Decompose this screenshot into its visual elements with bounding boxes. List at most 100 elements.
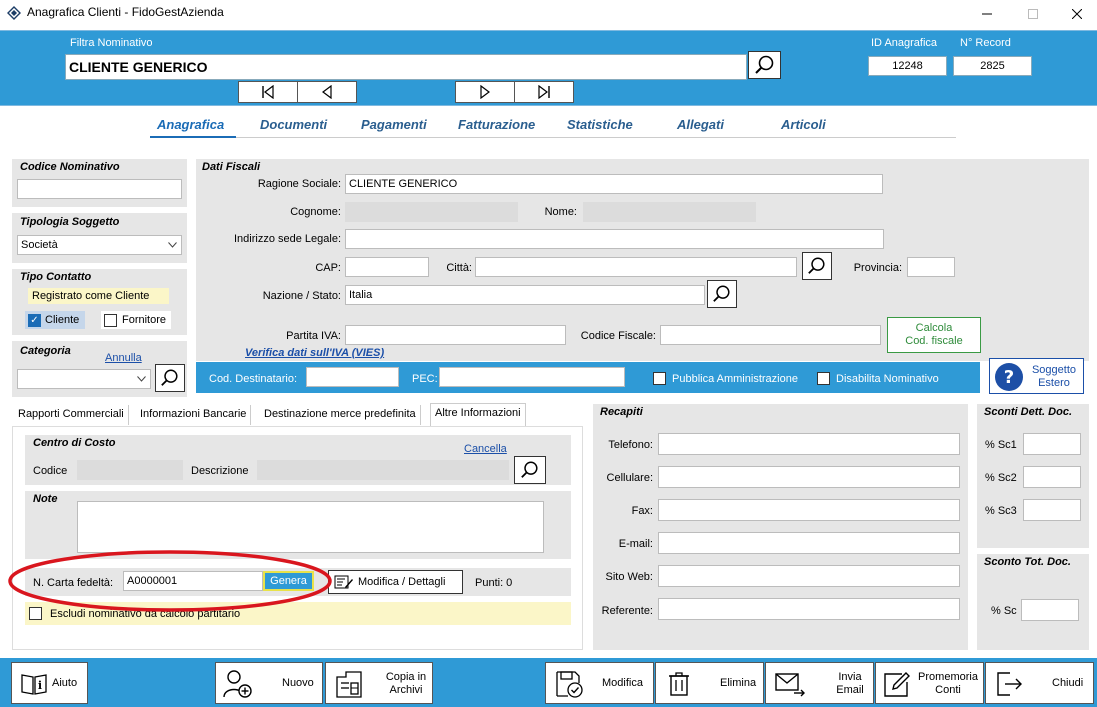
nazione-input[interactable]: Italia [345, 285, 705, 305]
close-button[interactable] [1054, 0, 1097, 28]
modifica-dettagli-button[interactable]: Modifica / Dettagli [328, 570, 463, 594]
elimina-button[interactable]: Elimina [655, 662, 764, 704]
pa-checkbox[interactable]: Pubblica Amministrazione [653, 372, 798, 385]
soggetto-estero-button[interactable]: ? Soggetto Estero [989, 358, 1084, 394]
maximize-button[interactable] [1010, 0, 1056, 28]
fornitore-label: Fornitore [122, 314, 167, 326]
tab-fatturazione[interactable]: Fatturazione [458, 117, 535, 132]
contatto-status: Registrato come Cliente [28, 288, 169, 304]
checked-icon: ✓ [28, 313, 41, 327]
telefono-input[interactable] [658, 433, 960, 455]
calcola-line2: Cod. fiscale [905, 335, 963, 347]
next-record-button[interactable] [455, 81, 515, 103]
highlight-ellipse-annotation [8, 550, 332, 612]
chiudi-button[interactable]: Chiudi [985, 662, 1094, 704]
invia-email-button[interactable]: Invia Email [765, 662, 874, 704]
app-diamond-icon [7, 6, 21, 20]
citta-input[interactable] [475, 257, 797, 277]
sito-web-label: Sito Web: [605, 571, 654, 583]
window-title: Anagrafica Clienti - FidoGestAzienda [27, 5, 224, 19]
minimize-button[interactable] [964, 0, 1010, 28]
cliente-checkbox[interactable]: ✓ Cliente [25, 311, 85, 329]
fax-input[interactable] [658, 499, 960, 521]
categoria-annulla-link[interactable]: Annulla [105, 352, 142, 364]
svg-text:?: ? [1004, 367, 1014, 388]
provincia-input[interactable] [907, 257, 955, 277]
cellulare-input[interactable] [658, 466, 960, 488]
descrizione-input[interactable] [257, 460, 509, 480]
piva-input[interactable] [345, 325, 566, 345]
modifica-button[interactable]: Modifica [545, 662, 654, 704]
ragione-input[interactable]: CLIENTE GENERICO [345, 174, 883, 194]
tab-pagamenti[interactable]: Pagamenti [361, 117, 427, 132]
first-record-button[interactable] [238, 81, 298, 103]
subtab-bancarie[interactable]: Informazioni Bancarie [136, 405, 252, 425]
codice-cc-label: Codice [33, 465, 68, 477]
subtab-rapporti[interactable]: Rapporti Commerciali [14, 405, 129, 425]
filter-search-button[interactable] [748, 51, 781, 79]
filter-input[interactable]: CLIENTE GENERICO [65, 54, 747, 80]
categoria-select[interactable] [17, 369, 151, 389]
cancella-link[interactable]: Cancella [464, 443, 507, 455]
nome-input[interactable] [583, 202, 756, 222]
calcola-cf-button[interactable]: Calcola Cod. fiscale [887, 317, 981, 353]
subtab-destinazione[interactable]: Destinazione merce predefinita [260, 405, 421, 425]
coddest-label: Cod. Destinatario: [209, 373, 298, 385]
nazione-search-button[interactable] [707, 280, 737, 308]
centro-costo-search-button[interactable] [514, 456, 546, 484]
disabilita-checkbox[interactable]: Disabilita Nominativo [817, 372, 939, 385]
title-bar: Anagrafica Clienti - FidoGestAzienda [0, 0, 1097, 28]
tipo-contatto-title: Tipo Contatto [20, 271, 92, 283]
filter-label: Filtra Nominativo [70, 37, 153, 49]
indirizzo-input[interactable] [345, 229, 884, 249]
sc2-input[interactable] [1023, 466, 1081, 488]
add-user-icon [223, 670, 252, 698]
pec-input[interactable] [439, 367, 625, 387]
vies-link[interactable]: Verifica dati sull'IVA (VIES) [245, 347, 384, 359]
categoria-search-button[interactable] [155, 364, 185, 392]
tipologia-select[interactable]: Società [17, 235, 182, 255]
tab-articoli[interactable]: Articoli [781, 117, 826, 132]
tab-anagrafica[interactable]: Anagrafica [157, 117, 224, 132]
promemoria-conti-button[interactable]: Promemoria Conti [875, 662, 984, 704]
cap-input[interactable] [345, 257, 429, 277]
sc1-input[interactable] [1023, 433, 1081, 455]
chiudi-label: Chiudi [1052, 677, 1084, 689]
edit-note-icon [884, 672, 910, 697]
tab-documenti[interactable]: Documenti [260, 117, 327, 132]
close-icon [1072, 9, 1082, 19]
sc3-input[interactable] [1023, 499, 1081, 521]
sito-web-input[interactable] [658, 565, 960, 587]
descrizione-label: Descrizione [191, 465, 249, 477]
aiuto-button[interactable]: i Aiuto [11, 662, 88, 704]
disabilita-label: Disabilita Nominativo [836, 372, 939, 385]
cognome-input[interactable] [345, 202, 518, 222]
codice-cc-input[interactable] [77, 460, 183, 480]
sc-tot-input[interactable] [1021, 599, 1079, 621]
referente-input[interactable] [658, 598, 960, 620]
cf-label: Codice Fiscale: [580, 330, 656, 342]
email-input[interactable] [658, 532, 960, 554]
minimize-icon [982, 13, 992, 15]
cf-input[interactable] [660, 325, 881, 345]
centro-costo-title: Centro di Costo [33, 437, 116, 449]
last-icon [538, 85, 550, 99]
tab-statistiche[interactable]: Statistiche [567, 117, 633, 132]
fornitore-checkbox[interactable]: Fornitore [101, 311, 171, 329]
last-record-button[interactable] [514, 81, 574, 103]
subtab-altre-informazioni[interactable]: Altre Informazioni [430, 403, 526, 427]
id-value: 12248 [868, 56, 947, 76]
recapiti-title: Recapiti [600, 406, 643, 418]
nuovo-button[interactable]: Nuovo [215, 662, 323, 704]
codice-input[interactable] [17, 179, 182, 199]
exit-icon [997, 672, 1022, 696]
tab-allegati[interactable]: Allegati [677, 117, 724, 132]
help-question-icon: ? [995, 363, 1023, 391]
coddest-input[interactable] [306, 367, 399, 387]
citta-search-button[interactable] [802, 252, 832, 280]
previous-record-button[interactable] [297, 81, 357, 103]
copia-archivi-button[interactable]: Copia in Archivi [325, 662, 433, 704]
soggetto-line2: Estero [1038, 377, 1070, 389]
book-info-icon: i [21, 674, 47, 695]
trash-icon [669, 672, 689, 696]
